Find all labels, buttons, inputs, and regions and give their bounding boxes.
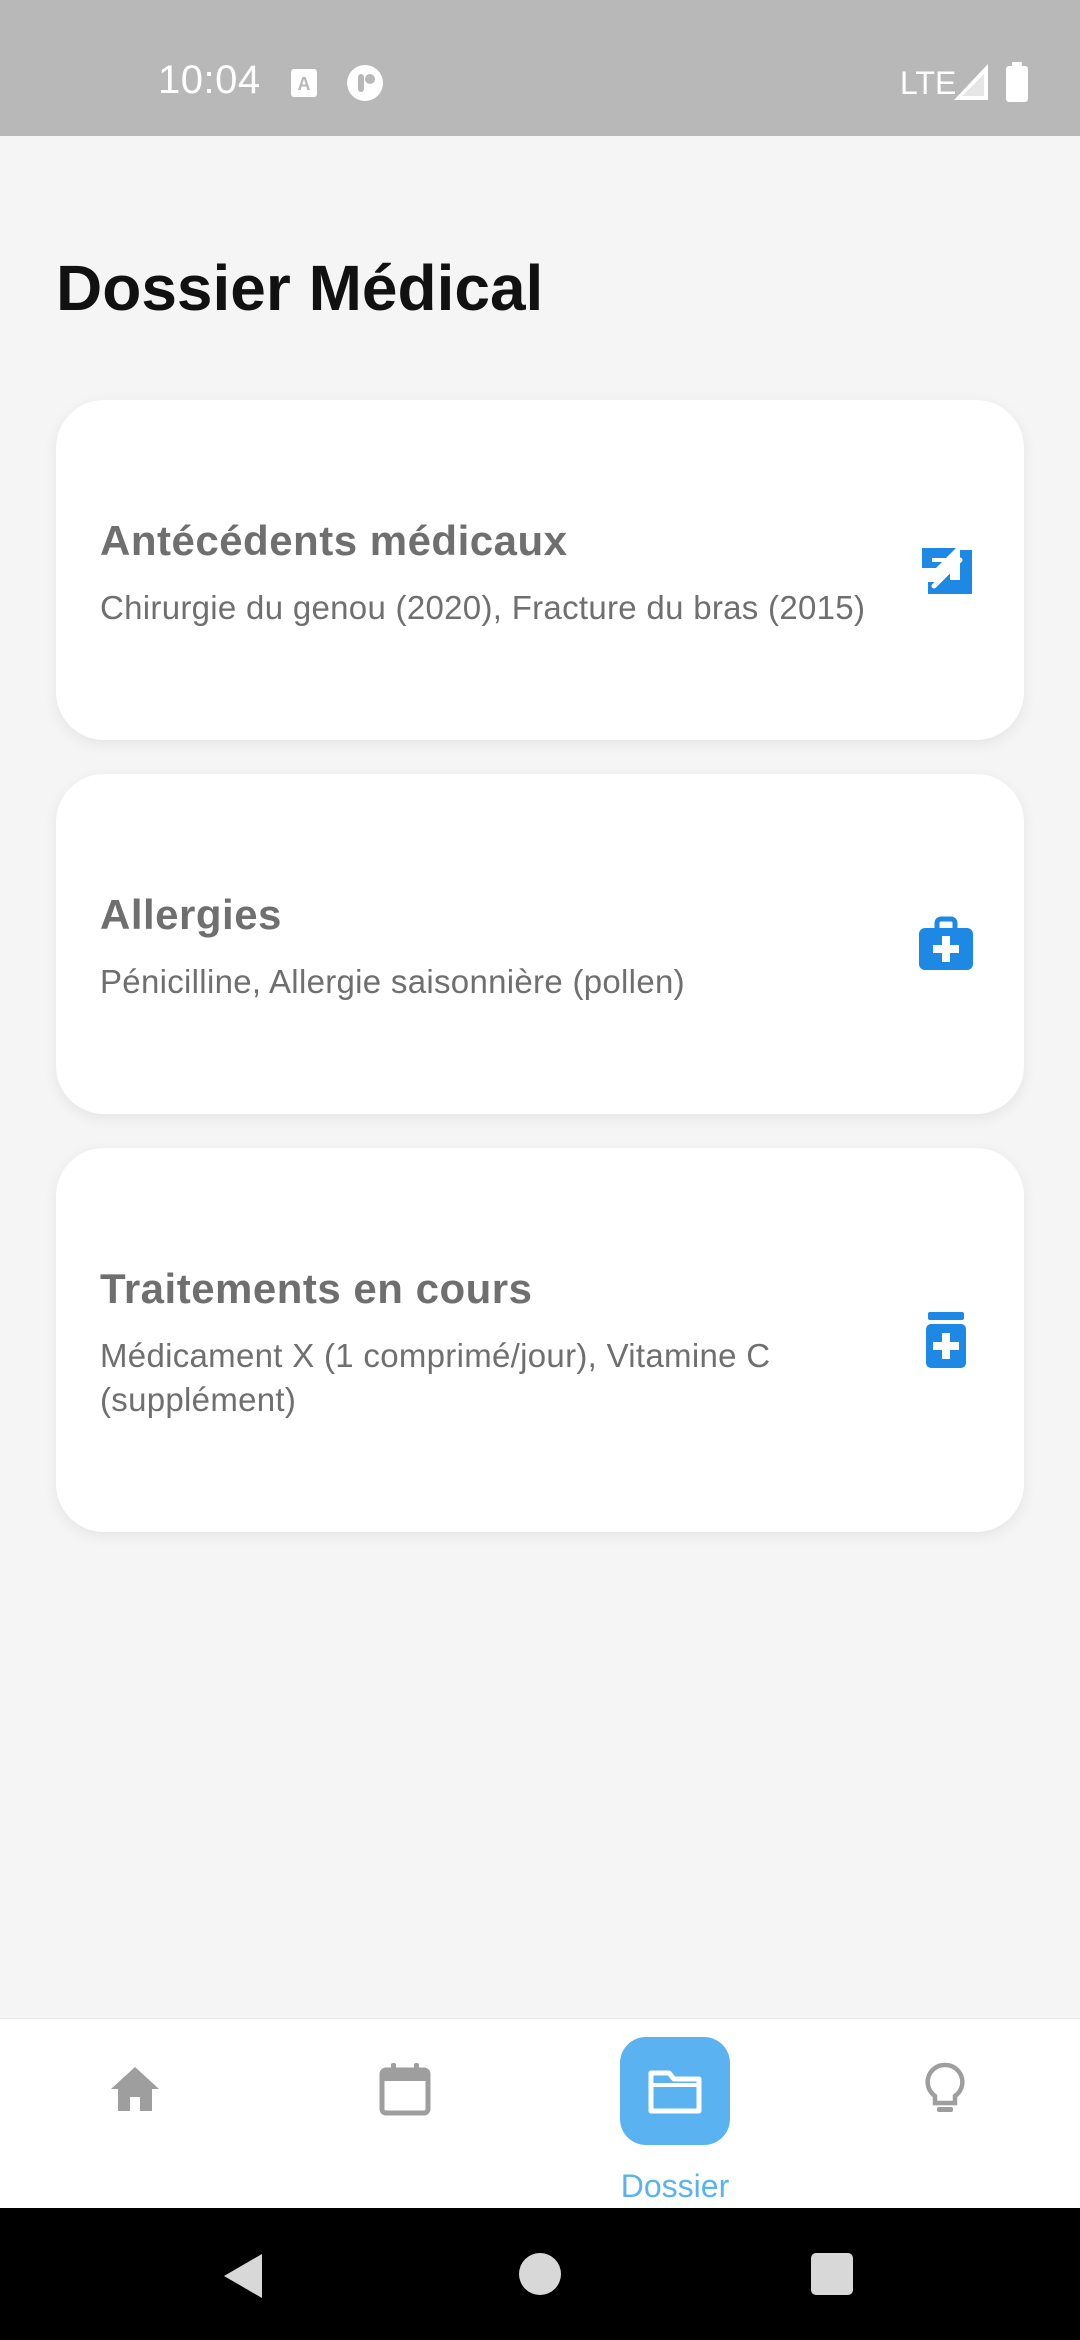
bottom-navigation: Dossier — [0, 2018, 1080, 2208]
system-navigation-bar — [0, 2208, 1080, 2340]
medical-history-card[interactable]: Antécédents médicaux Chirurgie du genou … — [56, 400, 1024, 740]
folder-icon — [648, 2070, 702, 2114]
recents-icon[interactable] — [810, 2252, 854, 2296]
medical-bag-icon — [919, 916, 973, 970]
svg-text:A: A — [298, 74, 311, 94]
current-treatments-card[interactable]: Traitements en cours Médicament X (1 com… — [56, 1148, 1024, 1532]
card-text: Médicament X (1 comprimé/jour), Vitamine… — [100, 1337, 771, 1418]
back-icon[interactable] — [222, 2252, 266, 2300]
nav-tips[interactable] — [810, 2019, 1080, 2209]
home-circle-icon[interactable] — [518, 2252, 562, 2296]
calendar-icon — [379, 2063, 431, 2116]
nav-label-dossier: Dossier — [620, 2168, 730, 2204]
page-title: Dossier Médical — [56, 252, 544, 324]
app-notification-icon — [347, 65, 383, 101]
status-time: 10:04 — [158, 58, 261, 102]
lightbulb-icon — [925, 2062, 965, 2112]
signal-icon — [954, 64, 988, 100]
card-title: Antécédents médicaux — [100, 517, 568, 564]
nav-calendar[interactable] — [270, 2019, 540, 2209]
battery-icon — [1006, 62, 1028, 102]
broken-arm-icon — [922, 548, 972, 594]
allergies-card[interactable]: Allergies Pénicilline, Allergie saisonni… — [56, 774, 1024, 1114]
home-icon — [111, 2067, 159, 2111]
pill-bottle-icon — [926, 1312, 966, 1368]
card-text: Pénicilline, Allergie saisonnière (polle… — [100, 963, 685, 1000]
network-type: LTE — [900, 65, 957, 101]
nav-dossier[interactable]: Dossier — [540, 2019, 810, 2209]
nav-home[interactable] — [0, 2019, 270, 2209]
status-bar: 10:04 A LTE — [0, 0, 1080, 136]
card-title: Traitements en cours — [100, 1265, 533, 1312]
screen: 10:04 A LTE Dossier Médical Antécédents … — [0, 0, 1080, 2340]
text-notification-icon: A — [291, 69, 317, 97]
active-indicator — [620, 2037, 730, 2145]
card-text: Chirurgie du genou (2020), Fracture du b… — [100, 589, 866, 626]
card-title: Allergies — [100, 891, 282, 938]
